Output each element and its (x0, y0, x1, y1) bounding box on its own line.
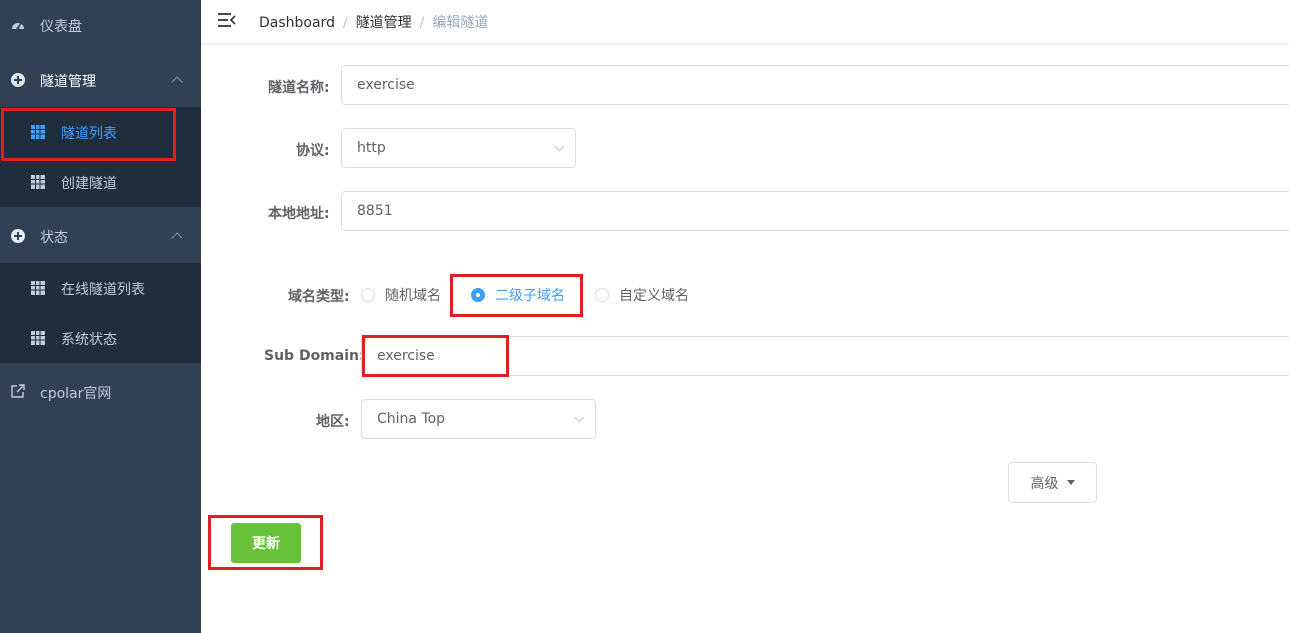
breadcrumb: Dashboard / 隧道管理 / 编辑隧道 (259, 12, 488, 32)
breadcrumb-dashboard[interactable]: Dashboard (259, 15, 335, 31)
subdomain-label: Sub Domain: (264, 348, 365, 364)
sidebar-item-label: 状态 (40, 230, 68, 246)
sidebar-item-create-tunnel[interactable]: 创建隧道 (0, 157, 201, 207)
protocol-label: 协议: (296, 143, 330, 159)
breadcrumb-tunnel-management[interactable]: 隧道管理 (356, 15, 412, 31)
chevron-down-icon (574, 412, 585, 423)
dashboard-gauge-icon (10, 17, 26, 37)
breadcrumb-separator: / (342, 15, 348, 31)
caret-down-icon (1066, 480, 1075, 485)
external-link-icon (11, 384, 25, 402)
protocol-value: http (357, 140, 386, 156)
domain-type-label: 域名类型: (288, 289, 350, 305)
breadcrumb-separator: / (419, 15, 425, 31)
sidebar-item-label: 隧道列表 (61, 126, 117, 142)
protocol-select[interactable]: http (341, 128, 576, 168)
radio-subdomain[interactable]: 二级子域名 (471, 285, 565, 305)
submenu-tunnel: 隧道列表 创建隧道 (0, 107, 201, 207)
update-button[interactable]: 更新 (231, 523, 301, 563)
chevron-up-icon (171, 232, 183, 244)
radio-label: 二级子域名 (495, 288, 565, 304)
submenu-status: 在线隧道列表 系统状态 (0, 263, 201, 363)
radio-label: 随机域名 (385, 288, 441, 304)
sidebar-item-dashboard[interactable]: 仪表盘 (0, 0, 201, 56)
region-select[interactable]: China Top (361, 399, 596, 439)
app-root: 仪表盘 隧道管理 隧道列表 创建隧道 状态 在线隧道列表 系统状态 cpolar… (0, 0, 1289, 633)
chevron-up-icon (171, 76, 183, 88)
sidebar-item-cpolar-site[interactable]: cpolar官网 (0, 364, 201, 420)
radio-checked-icon (471, 288, 485, 302)
local-address-label: 本地地址: (268, 206, 330, 222)
top-navbar: Dashboard / 隧道管理 / 编辑隧道 (201, 0, 1289, 44)
sidebar-item-status[interactable]: 状态 (0, 208, 201, 264)
sidebar-item-system-status[interactable]: 系统状态 (0, 313, 201, 363)
local-address-input[interactable]: 8851 (341, 191, 1289, 231)
sidebar-item-online-tunnels[interactable]: 在线隧道列表 (0, 263, 201, 313)
radio-circle-icon (361, 288, 375, 302)
chevron-down-icon (554, 141, 565, 152)
advanced-button-label: 高级 (1030, 475, 1059, 492)
table-icon (31, 331, 45, 349)
sidebar-item-tunnel-list[interactable]: 隧道列表 (0, 107, 201, 157)
radio-label: 自定义域名 (619, 288, 689, 304)
sidebar-item-label: 仪表盘 (40, 19, 82, 35)
region-label: 地区: (316, 414, 350, 430)
table-icon (31, 281, 45, 299)
sidebar-item-tunnel-management[interactable]: 隧道管理 (0, 52, 201, 108)
region-value: China Top (377, 411, 446, 427)
sidebar-item-label: 隧道管理 (40, 74, 96, 90)
radio-random-domain[interactable]: 随机域名 (361, 285, 441, 305)
radio-custom-domain[interactable]: 自定义域名 (595, 285, 689, 305)
hamburger-menu-icon[interactable] (218, 12, 236, 28)
radio-circle-icon (595, 288, 609, 302)
sidebar-item-label: 在线隧道列表 (61, 282, 145, 298)
plus-circle-icon (10, 228, 26, 248)
sidebar-item-label: cpolar官网 (40, 386, 112, 402)
breadcrumb-edit-tunnel: 编辑隧道 (432, 15, 489, 31)
tunnel-name-input[interactable]: exercise (341, 65, 1289, 105)
table-icon (31, 125, 45, 143)
sidebar: 仪表盘 隧道管理 隧道列表 创建隧道 状态 在线隧道列表 系统状态 cpolar… (0, 0, 201, 633)
tunnel-name-label: 隧道名称: (268, 80, 330, 96)
sidebar-item-label: 创建隧道 (61, 176, 117, 192)
subdomain-input[interactable]: exercise (361, 336, 1289, 376)
plus-circle-icon (10, 72, 26, 92)
table-icon (31, 175, 45, 193)
sidebar-item-label: 系统状态 (61, 332, 117, 348)
advanced-button[interactable]: 高级 (1008, 462, 1097, 503)
